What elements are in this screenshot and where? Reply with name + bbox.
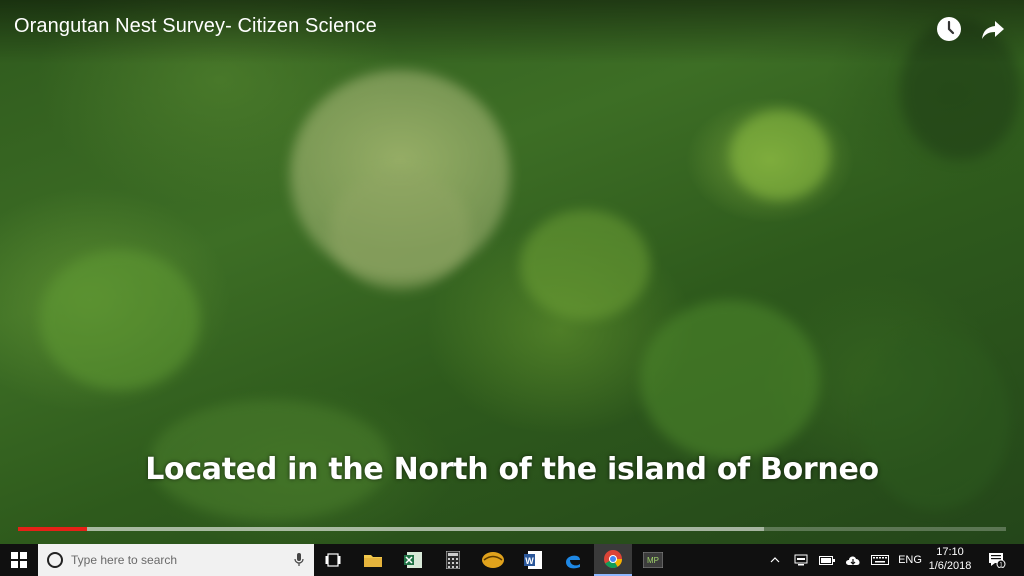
chevron-up-icon[interactable] (766, 544, 784, 576)
windows-logo-icon (11, 552, 27, 568)
video-caption: Located in the North of the island of Bo… (145, 452, 879, 487)
clock-time: 17:10 (936, 546, 964, 558)
task-view-icon[interactable] (314, 544, 352, 576)
start-button[interactable] (0, 544, 38, 576)
canopy-highlight (40, 250, 200, 390)
video-title[interactable]: Orangutan Nest Survey- Citizen Science (14, 15, 377, 38)
canopy-highlight (520, 210, 650, 320)
language-label: ENG (898, 554, 922, 566)
chrome-icon[interactable] (594, 544, 632, 576)
mindjet-icon-label: MP (647, 556, 659, 565)
calculator-icon[interactable] (434, 544, 472, 576)
search-placeholder: Type here to search (71, 553, 178, 567)
microphone-icon[interactable] (294, 553, 304, 567)
clock-icon[interactable] (936, 16, 962, 42)
cortana-icon (47, 552, 63, 568)
canopy-highlight (640, 300, 820, 460)
canopy-highlight (330, 170, 470, 290)
word-icon[interactable]: W (514, 544, 552, 576)
share-arrow-icon[interactable] (980, 16, 1006, 42)
progress-played (18, 527, 88, 531)
keyboard-icon[interactable] (868, 544, 892, 576)
clock-date: 1/6/2018 (928, 560, 972, 572)
battery-icon[interactable] (816, 544, 838, 576)
action-center-icon[interactable]: 1 (984, 544, 1010, 576)
mindjet-icon[interactable]: MP (634, 544, 672, 576)
progress-buffered (18, 527, 764, 531)
word-icon-letter: W (525, 556, 534, 566)
outlook-icon[interactable] (474, 544, 512, 576)
language-indicator[interactable]: ENG (896, 544, 924, 576)
file-explorer-icon[interactable] (354, 544, 392, 576)
onedrive-cloud-icon[interactable] (842, 544, 864, 576)
edge-icon[interactable] (554, 544, 592, 576)
canopy-highlight (730, 110, 830, 200)
video-player[interactable]: Orangutan Nest Survey- Citizen Science L… (0, 0, 1024, 544)
search-input[interactable]: Type here to search (38, 544, 314, 576)
excel-icon[interactable] (394, 544, 432, 576)
progress-bar[interactable] (18, 527, 1006, 531)
network-icon[interactable] (790, 544, 812, 576)
taskbar: Type here to search W MP ENG 17:10 1/6/2… (0, 544, 1024, 576)
video-title-bar: Orangutan Nest Survey- Citizen Science (0, 0, 1024, 64)
clock[interactable]: 17:10 1/6/2018 (926, 545, 974, 575)
